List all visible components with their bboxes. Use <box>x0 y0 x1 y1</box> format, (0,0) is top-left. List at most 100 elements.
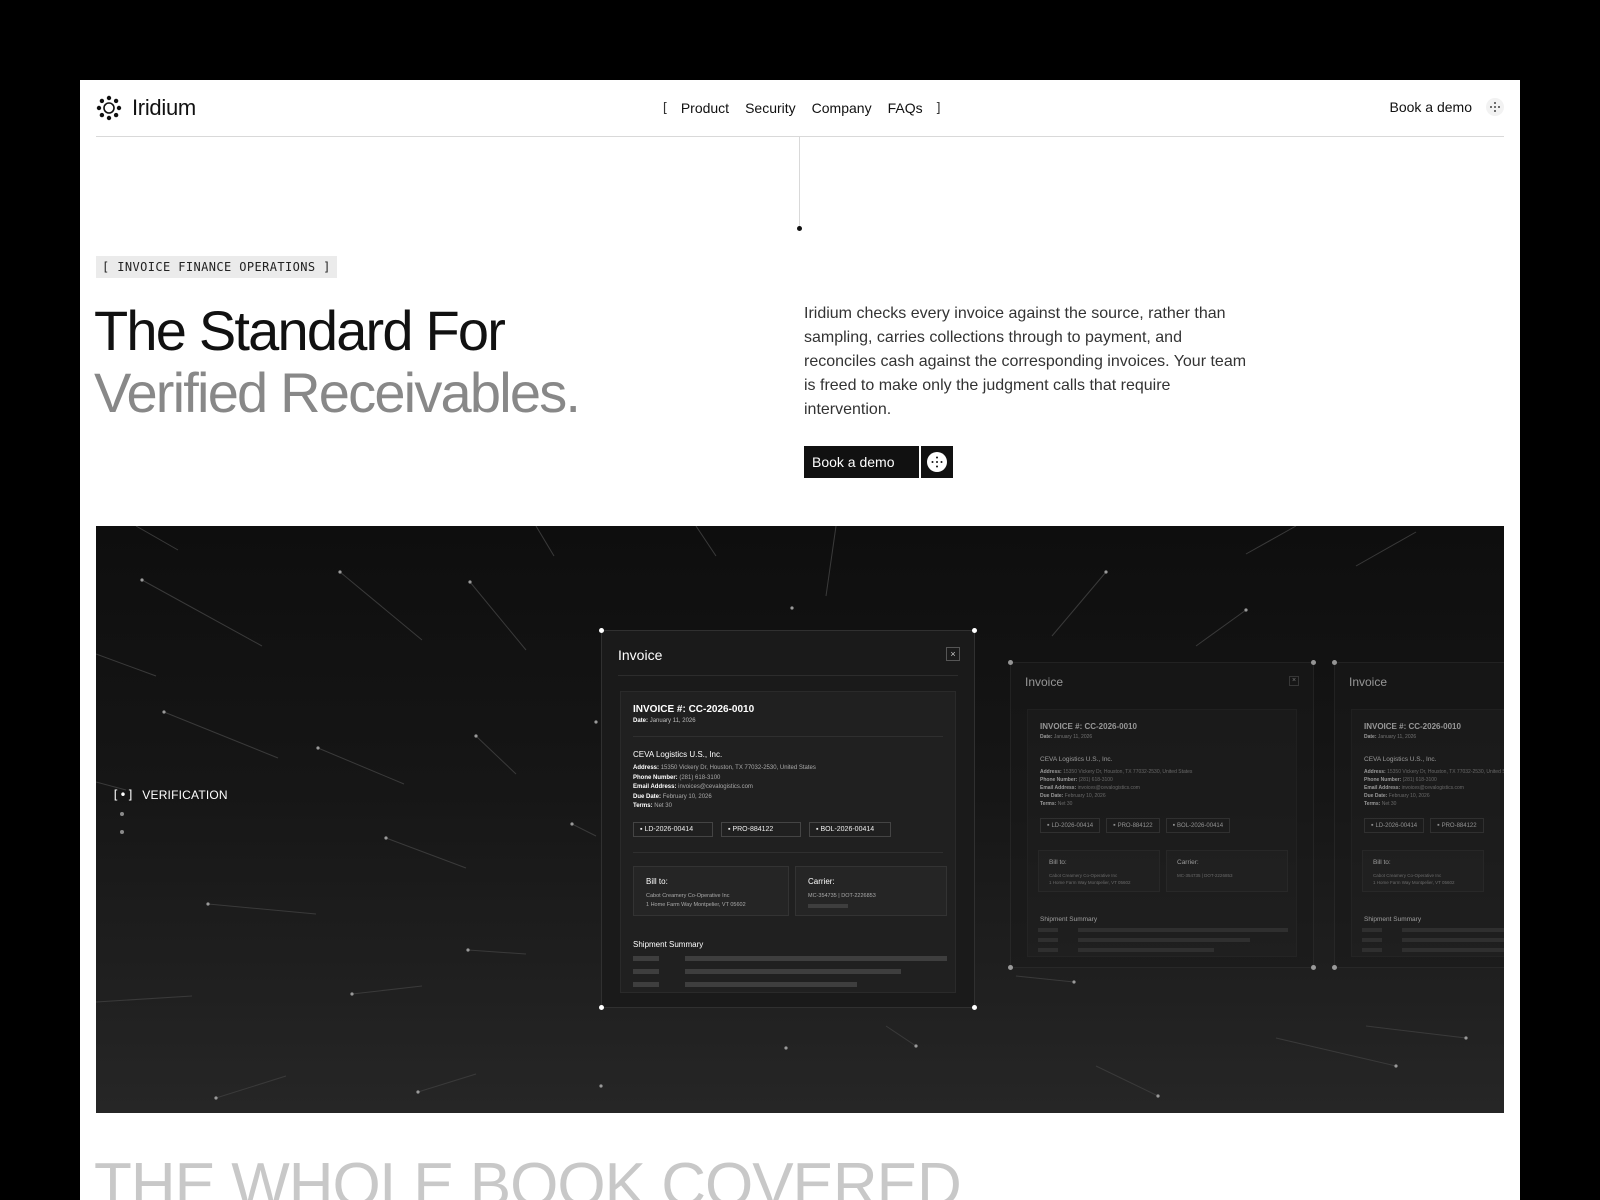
terms-value: Net 30 <box>654 803 672 809</box>
bill-to-line1: Cabot Creamery Co-Operative Inc <box>1373 873 1442 878</box>
vendor-name: CEVA Logistics U.S., Inc. <box>1364 756 1437 763</box>
date-label: Date: <box>633 718 649 724</box>
document-chips: LD-2026-00414 PRO-884122 BOL-2026-00414 <box>633 822 891 837</box>
placeholder-bar <box>1362 928 1382 932</box>
close-icon[interactable]: × <box>1289 676 1299 686</box>
doc-chip-pro[interactable]: PRO-884122 <box>1106 818 1160 833</box>
doc-chip-load[interactable]: LD-2026-00414 <box>1364 818 1425 833</box>
doc-chip-load[interactable]: LD-2026-00414 <box>1040 818 1101 833</box>
step-indicators <box>120 812 124 848</box>
bill-to-box: Bill to: Cabot Creamery Co-Operative Inc… <box>633 866 789 916</box>
step-active-icon: [•] <box>112 788 135 802</box>
product-showcase: [•] VERIFICATION Invoice × INVOICE #: CC… <box>96 526 1504 1113</box>
address-value: 15350 Vickery Dr, Houston, TX 77032-2530… <box>1063 769 1193 775</box>
invoice-date: Date: January 11, 2026 <box>633 718 696 724</box>
vendor-name: CEVA Logistics U.S., Inc. <box>633 750 723 759</box>
nav-book-demo-button[interactable]: Book a demo <box>1389 98 1504 116</box>
carrier-box: Carrier: MC-354735 | DOT-2226853 <box>795 866 947 916</box>
due-value: February 10, 2026 <box>662 793 712 800</box>
step-verification[interactable]: [•] VERIFICATION <box>112 788 228 802</box>
carrier-label: Carrier: <box>808 877 835 886</box>
placeholder-bar <box>1362 938 1382 942</box>
address-label: Address: <box>633 765 660 771</box>
email-value: invoices@cevalogistics.com <box>1077 785 1140 791</box>
placeholder-bar <box>1078 948 1214 952</box>
phone-value: (281) 618-3100 <box>1402 777 1437 783</box>
nav-link-security[interactable]: Security <box>745 100 796 116</box>
placeholder-bar <box>1078 928 1288 932</box>
card-corner <box>1311 660 1316 665</box>
invoice-card-tertiary: Invoice INVOICE #: CC-2026-0010 Date: Ja… <box>1332 660 1504 970</box>
address-label: Address: <box>1364 769 1386 775</box>
document-chips: LD-2026-00414 PRO-884122 BOL-2026-00414 <box>1040 818 1231 833</box>
brand-logo[interactable]: Iridium <box>96 95 196 121</box>
bill-to-label: Bill to: <box>1049 859 1067 866</box>
doc-chip-load[interactable]: LD-2026-00414 <box>633 822 713 837</box>
step-dot[interactable] <box>120 830 124 834</box>
nav-link-company[interactable]: Company <box>812 100 872 116</box>
bill-to-label: Bill to: <box>646 877 668 886</box>
address-value: 15350 Vickery Dr, Houston, TX 77032-2530… <box>660 765 816 771</box>
invoice-document: INVOICE #: CC-2026-0010 Date: January 11… <box>1351 709 1504 957</box>
placeholder-bar <box>633 982 659 987</box>
iridium-logo-icon <box>96 95 122 121</box>
doc-chip-pro[interactable]: PRO-884122 <box>1430 818 1484 833</box>
hero-title-line1: The Standard For <box>94 299 506 362</box>
hero-description: Iridium checks every invoice against the… <box>804 305 1247 418</box>
bill-to-label: Bill to: <box>1373 859 1391 866</box>
due-label: Due Date: <box>633 793 662 800</box>
bill-to-line1: Cabot Creamery Co-Operative Inc <box>646 893 730 899</box>
placeholder-bar <box>1362 948 1382 952</box>
vendor-fields: Address: 15350 Vickery Dr, Houston, TX 7… <box>633 764 816 812</box>
step-dot[interactable] <box>120 812 124 816</box>
due-label: Due Date: <box>1040 793 1064 799</box>
placeholder-bar <box>808 904 848 908</box>
due-value: February 10, 2026 <box>1064 793 1106 799</box>
doc-chip-bol[interactable]: BOL-2026-00414 <box>809 822 891 837</box>
terms-value: Net 30 <box>1381 801 1397 807</box>
doc-chip-bol[interactable]: BOL-2026-00414 <box>1165 818 1231 833</box>
card-corner <box>1311 965 1316 970</box>
invoice-document: INVOICE #: CC-2026-0010 Date: January 11… <box>1027 709 1297 957</box>
bill-to-box: Bill to: Cabot Creamery Co-Operative Inc… <box>1362 850 1484 892</box>
phone-value: (281) 618-3100 <box>1078 777 1113 783</box>
terms-label: Terms: <box>1040 801 1057 807</box>
phone-value: (281) 618-3100 <box>679 774 721 781</box>
card-corner <box>1008 660 1013 665</box>
carrier-label: Carrier: <box>1177 859 1199 866</box>
due-value: February 10, 2026 <box>1388 793 1430 799</box>
nav-link-faqs[interactable]: FAQs <box>888 100 923 116</box>
shipment-summary-label: Shipment Summary <box>633 940 704 949</box>
bill-to-line2: 1 Home Farm Way Montpelier, VT 05602 <box>1373 880 1455 885</box>
due-label: Due Date: <box>1364 793 1388 799</box>
placeholder-bar <box>685 982 857 987</box>
date-value: January 11, 2026 <box>649 718 696 724</box>
placeholder-bar <box>685 969 901 974</box>
invoice-date: Date: January 11, 2026 <box>1040 734 1092 740</box>
email-label: Email Address: <box>1364 785 1401 791</box>
date-value: January 11, 2026 <box>1377 734 1417 740</box>
carrier-line1: MC-354735 | DOT-2226853 <box>808 893 876 899</box>
invoice-date: Date: January 11, 2026 <box>1364 734 1416 740</box>
carrier-box: Carrier: MC-354735 | DOT-2226853 <box>1166 850 1288 892</box>
date-label: Date: <box>1040 734 1053 740</box>
terms-label: Terms: <box>633 803 653 809</box>
main-menu: [ Product Security Company FAQs ] <box>661 100 942 116</box>
hero-book-demo-button[interactable]: Book a demo <box>804 446 953 478</box>
phone-label: Phone Number: <box>1364 777 1402 783</box>
close-icon[interactable]: × <box>946 647 960 661</box>
brand-name: Iridium <box>132 95 196 120</box>
card-corner <box>972 1005 977 1010</box>
invoice-number: INVOICE #: CC-2026-0010 <box>633 704 755 715</box>
invoice-card-main: Invoice × INVOICE #: CC-2026-0010 Date: … <box>599 628 977 1010</box>
vendor-fields: Address: 15350 Vickery Dr, Houston, TX 7… <box>1040 768 1192 808</box>
invoice-card-secondary: Invoice × INVOICE #: CC-2026-0010 Date: … <box>1008 660 1316 970</box>
doc-chip-pro[interactable]: PRO-884122 <box>721 822 801 837</box>
nav-book-demo-label: Book a demo <box>1389 99 1473 115</box>
nav-link-product[interactable]: Product <box>681 100 729 116</box>
divider-line <box>799 137 800 227</box>
terms-label: Terms: <box>1364 801 1381 807</box>
phone-label: Phone Number: <box>1040 777 1078 783</box>
placeholder-bar <box>685 956 947 961</box>
placeholder-bar <box>1038 938 1058 942</box>
